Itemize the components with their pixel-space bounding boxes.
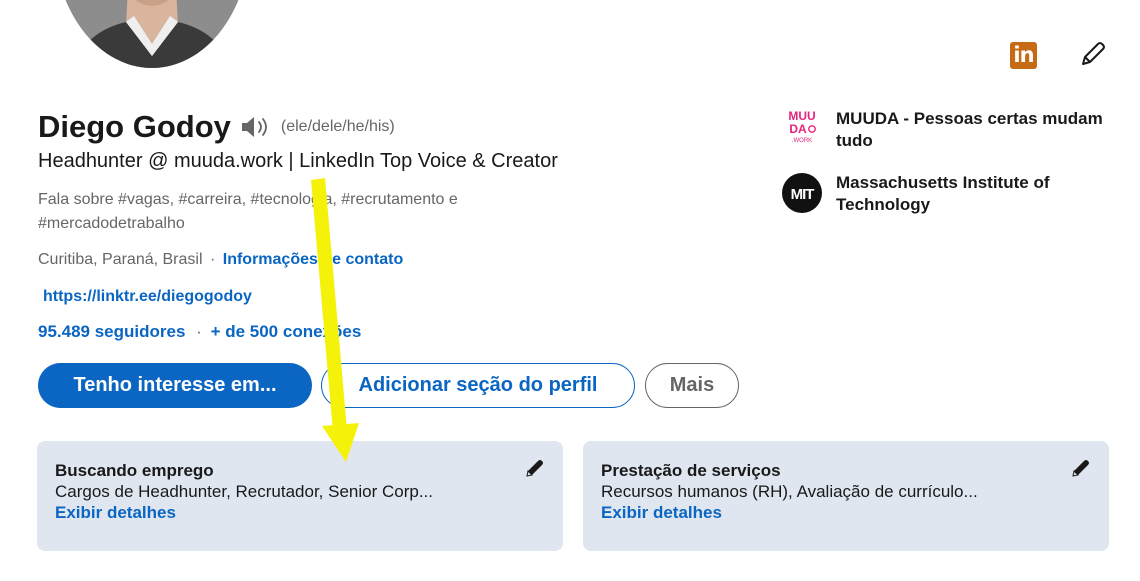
avatar-image [54, 0, 250, 68]
speaker-icon[interactable] [239, 114, 275, 140]
card-description: Cargos de Headhunter, Recrutador, Senior… [55, 482, 433, 501]
contact-info-link[interactable]: Informações de contato [223, 251, 403, 268]
card-title: Buscando emprego [55, 461, 214, 480]
org-item-muuda[interactable]: MUU DA .WORK MUUDA - Pessoas certas muda… [781, 108, 1106, 152]
stats-separator: · [196, 322, 202, 341]
mit-logo-icon: MIT [782, 173, 822, 213]
followers-link[interactable]: 95.489 seguidores [38, 322, 185, 341]
location: Curitiba, Paraná, Brasil [38, 251, 203, 268]
muuda-logo-icon: MUU DA .WORK [788, 109, 816, 144]
org-name-muuda: MUUDA - Pessoas certas mudam tudo [836, 109, 1103, 150]
linkedin-icon[interactable]: in [1010, 42, 1037, 69]
add-profile-section-button[interactable]: Adicionar seção do perfil [321, 363, 635, 408]
more-button[interactable]: Mais [645, 363, 739, 408]
muuda-logo-line-2: DA [789, 122, 807, 136]
pencil-icon[interactable] [523, 458, 545, 480]
muuda-logo-line-3: .WORK [792, 138, 812, 144]
location-separator: · [209, 251, 216, 268]
card-description: Recursos humanos (RH), Avaliação de curr… [601, 482, 978, 501]
muuda-logo-line-1: MUU [788, 109, 815, 123]
edit-profile-pencil-icon[interactable] [1077, 40, 1107, 70]
show-details-link[interactable]: Exibir detalhes [55, 503, 545, 523]
profile-headline: Headhunter @ muuda.work | LinkedIn Top V… [38, 150, 558, 172]
name-row: Diego Godoy (ele/dele/he/his) [38, 108, 395, 146]
profile-about-topics: Fala sobre #vagas, #carreira, #tecnologi… [38, 191, 458, 232]
providing-services-card[interactable]: Prestação de serviços Recursos humanos (… [583, 441, 1109, 551]
profile-photo[interactable] [54, 0, 250, 68]
open-to-work-card[interactable]: Buscando emprego Cargos de Headhunter, R… [37, 441, 563, 551]
profile-name: Diego Godoy [38, 109, 231, 144]
location-row: Curitiba, Paraná, Brasil · Informações d… [38, 251, 403, 269]
mit-logo-text: MIT [791, 186, 815, 203]
card-title: Prestação de serviços [601, 461, 781, 480]
pronouns: (ele/dele/he/his) [280, 118, 395, 135]
connections-link[interactable]: + de 500 conexões [211, 322, 362, 341]
network-stats: 95.489 seguidores · + de 500 conexões [38, 322, 361, 342]
open-to-button[interactable]: Tenho interesse em... [38, 363, 312, 408]
website-link[interactable]: https://linktr.ee/diegogodoy [43, 288, 252, 306]
org-name-mit: Massachusetts Institute of Technology [836, 173, 1050, 214]
show-details-link[interactable]: Exibir detalhes [601, 503, 1091, 523]
pencil-icon[interactable] [1069, 458, 1091, 480]
org-item-mit[interactable]: MIT Massachusetts Institute of Technolog… [781, 172, 1106, 216]
